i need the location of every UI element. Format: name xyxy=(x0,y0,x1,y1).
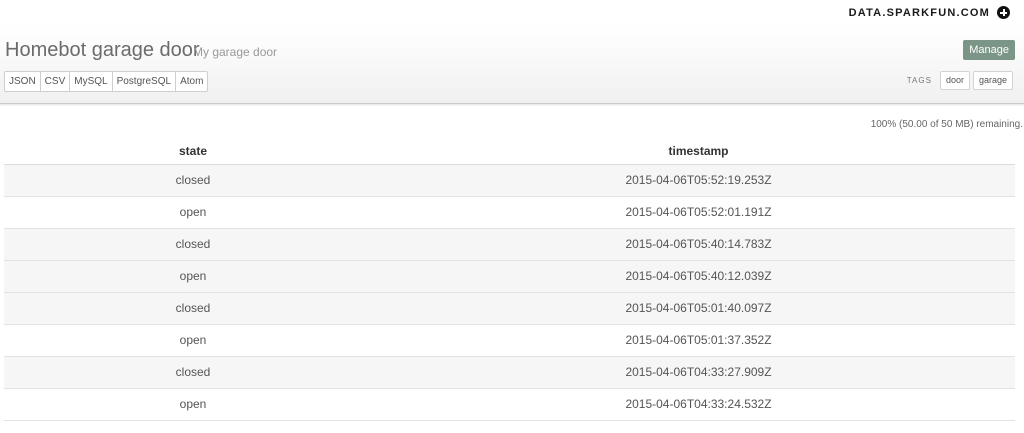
export-format-group: JSON CSV MySQL PostgreSQL Atom xyxy=(4,71,209,92)
tag-door[interactable]: door xyxy=(939,71,970,90)
cell-timestamp: 2015-04-06T05:01:37.352Z xyxy=(625,333,772,347)
export-postgresql-button[interactable]: PostgreSQL xyxy=(113,72,177,91)
cell-state: closed xyxy=(175,173,211,187)
data-table: state timestamp closed 2015-04-06T05:52:… xyxy=(4,138,1015,421)
cell-state: open xyxy=(179,269,207,283)
cell-state: closed xyxy=(175,301,211,315)
top-bar: DATA.SPARKFUN.COM xyxy=(0,0,1024,28)
table-row: open 2015-04-06T05:01:37.352Z xyxy=(4,325,1015,357)
export-json-button[interactable]: JSON xyxy=(5,72,41,91)
table-row: open 2015-04-06T05:52:01.191Z xyxy=(4,197,1015,229)
manage-button[interactable]: Manage xyxy=(963,40,1015,60)
storage-remaining: 100% (50.00 of 50 MB) remaining. xyxy=(870,119,1023,130)
cell-state: closed xyxy=(175,237,211,251)
export-mysql-button[interactable]: MySQL xyxy=(70,72,113,91)
cell-timestamp: 2015-04-06T04:33:27.909Z xyxy=(625,365,772,379)
tag-list: TAGS door garage xyxy=(907,71,1013,90)
plus-circle-icon[interactable] xyxy=(997,6,1010,19)
cell-timestamp: 2015-04-06T05:40:14.783Z xyxy=(625,237,772,251)
page-title: Homebot garage door xyxy=(5,39,200,61)
column-header-timestamp: timestamp xyxy=(668,144,729,158)
tag-garage[interactable]: garage xyxy=(972,71,1013,90)
stream-header: Homebot garage door My garage door Manag… xyxy=(0,28,1024,104)
table-row: open 2015-04-06T04:33:24.532Z xyxy=(4,389,1015,421)
export-atom-button[interactable]: Atom xyxy=(176,72,207,91)
cell-timestamp: 2015-04-06T04:33:24.532Z xyxy=(625,397,772,411)
cell-state: open xyxy=(179,333,207,347)
table-row: closed 2015-04-06T05:40:14.783Z xyxy=(4,229,1015,261)
table-row: closed 2015-04-06T04:33:27.909Z xyxy=(4,357,1015,389)
cell-state: closed xyxy=(175,365,211,379)
cell-timestamp: 2015-04-06T05:52:19.253Z xyxy=(625,173,772,187)
table-row: open 2015-04-06T05:40:12.039Z xyxy=(4,261,1015,293)
column-header-state: state xyxy=(178,144,207,158)
brand-link[interactable]: DATA.SPARKFUN.COM xyxy=(849,6,1010,19)
cell-timestamp: 2015-04-06T05:01:40.097Z xyxy=(625,301,772,315)
cell-state: open xyxy=(179,397,207,411)
export-csv-button[interactable]: CSV xyxy=(41,72,71,91)
cell-timestamp: 2015-04-06T05:40:12.039Z xyxy=(625,269,772,283)
table-header: state timestamp xyxy=(4,138,1015,165)
table-row: closed 2015-04-06T05:01:40.097Z xyxy=(4,293,1015,325)
page-subtitle: My garage door xyxy=(193,45,278,59)
brand-name: DATA.SPARKFUN.COM xyxy=(848,6,990,19)
cell-timestamp: 2015-04-06T05:52:01.191Z xyxy=(625,205,772,219)
tags-label: TAGS xyxy=(906,76,932,85)
cell-state: open xyxy=(179,205,207,219)
table-row: closed 2015-04-06T05:52:19.253Z xyxy=(4,165,1015,197)
